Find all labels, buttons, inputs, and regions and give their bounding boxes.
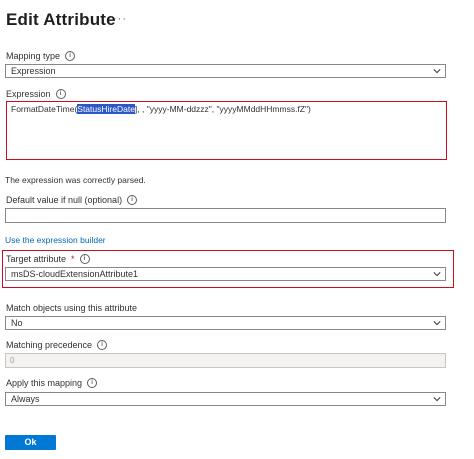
apply-mapping-dropdown[interactable]: Always — [5, 392, 446, 406]
target-attribute-dropdown[interactable]: msDS-cloudExtensionAttribute1 — [5, 267, 446, 281]
mapping-type-label-row: Mapping type i — [6, 51, 76, 61]
mapping-type-label: Mapping type — [6, 51, 61, 61]
matching-precedence-value: 0 — [10, 356, 15, 365]
default-value-label-row: Default value if null (optional) i — [6, 195, 138, 205]
dialog-title: Edit Attribute — [6, 10, 116, 29]
mapping-type-dropdown[interactable]: Expression — [5, 64, 446, 78]
expression-prefix: FormatDateTime( — [11, 104, 78, 114]
info-icon[interactable]: i — [97, 340, 108, 350]
target-attribute-label: Target attribute — [6, 254, 67, 264]
more-options-icon[interactable]: ··· — [113, 13, 127, 25]
apply-mapping-label: Apply this mapping — [6, 378, 83, 388]
mapping-type-value: Expression — [11, 66, 56, 76]
matching-precedence-label-row: Matching precedence i — [6, 340, 108, 350]
expression-selected-text: StatusHireDate — [77, 104, 135, 114]
info-icon[interactable]: i — [127, 195, 138, 205]
match-objects-value: No — [11, 318, 23, 328]
chevron-down-icon — [433, 321, 441, 326]
matching-precedence-input: 0 — [5, 353, 446, 368]
expression-label-row: Expression i — [6, 89, 66, 99]
default-value-label: Default value if null (optional) — [6, 195, 123, 205]
chevron-down-icon — [433, 397, 441, 402]
expression-label: Expression — [6, 89, 51, 99]
info-icon[interactable]: i — [55, 89, 66, 99]
expression-suffix: ], , "yyyy-MM-ddzzz", "yyyyMMddHHmmss.fZ… — [134, 104, 311, 114]
expression-content: FormatDateTime(StatusHireDate], , "yyyy-… — [11, 104, 311, 114]
parse-status-message: The expression was correctly parsed. — [5, 175, 146, 185]
match-objects-label-row: Match objects using this attribute — [6, 303, 137, 313]
target-attribute-label-row: Target attribute * i — [6, 254, 90, 264]
info-icon[interactable]: i — [65, 51, 76, 61]
match-objects-label: Match objects using this attribute — [6, 303, 138, 313]
target-attribute-value: msDS-cloudExtensionAttribute1 — [11, 269, 139, 279]
matching-precedence-label: Matching precedence — [6, 340, 93, 350]
apply-mapping-label-row: Apply this mapping i — [6, 378, 98, 388]
info-icon[interactable]: i — [79, 254, 90, 264]
required-marker: * — [71, 254, 75, 264]
expression-builder-link[interactable]: Use the expression builder — [5, 235, 106, 245]
ok-button[interactable]: Ok — [5, 435, 56, 450]
apply-mapping-value: Always — [11, 394, 40, 404]
info-icon[interactable]: i — [87, 378, 98, 388]
default-value-input[interactable] — [5, 208, 446, 223]
chevron-down-icon — [433, 69, 441, 74]
chevron-down-icon — [433, 272, 441, 277]
match-objects-dropdown[interactable]: No — [5, 316, 446, 330]
